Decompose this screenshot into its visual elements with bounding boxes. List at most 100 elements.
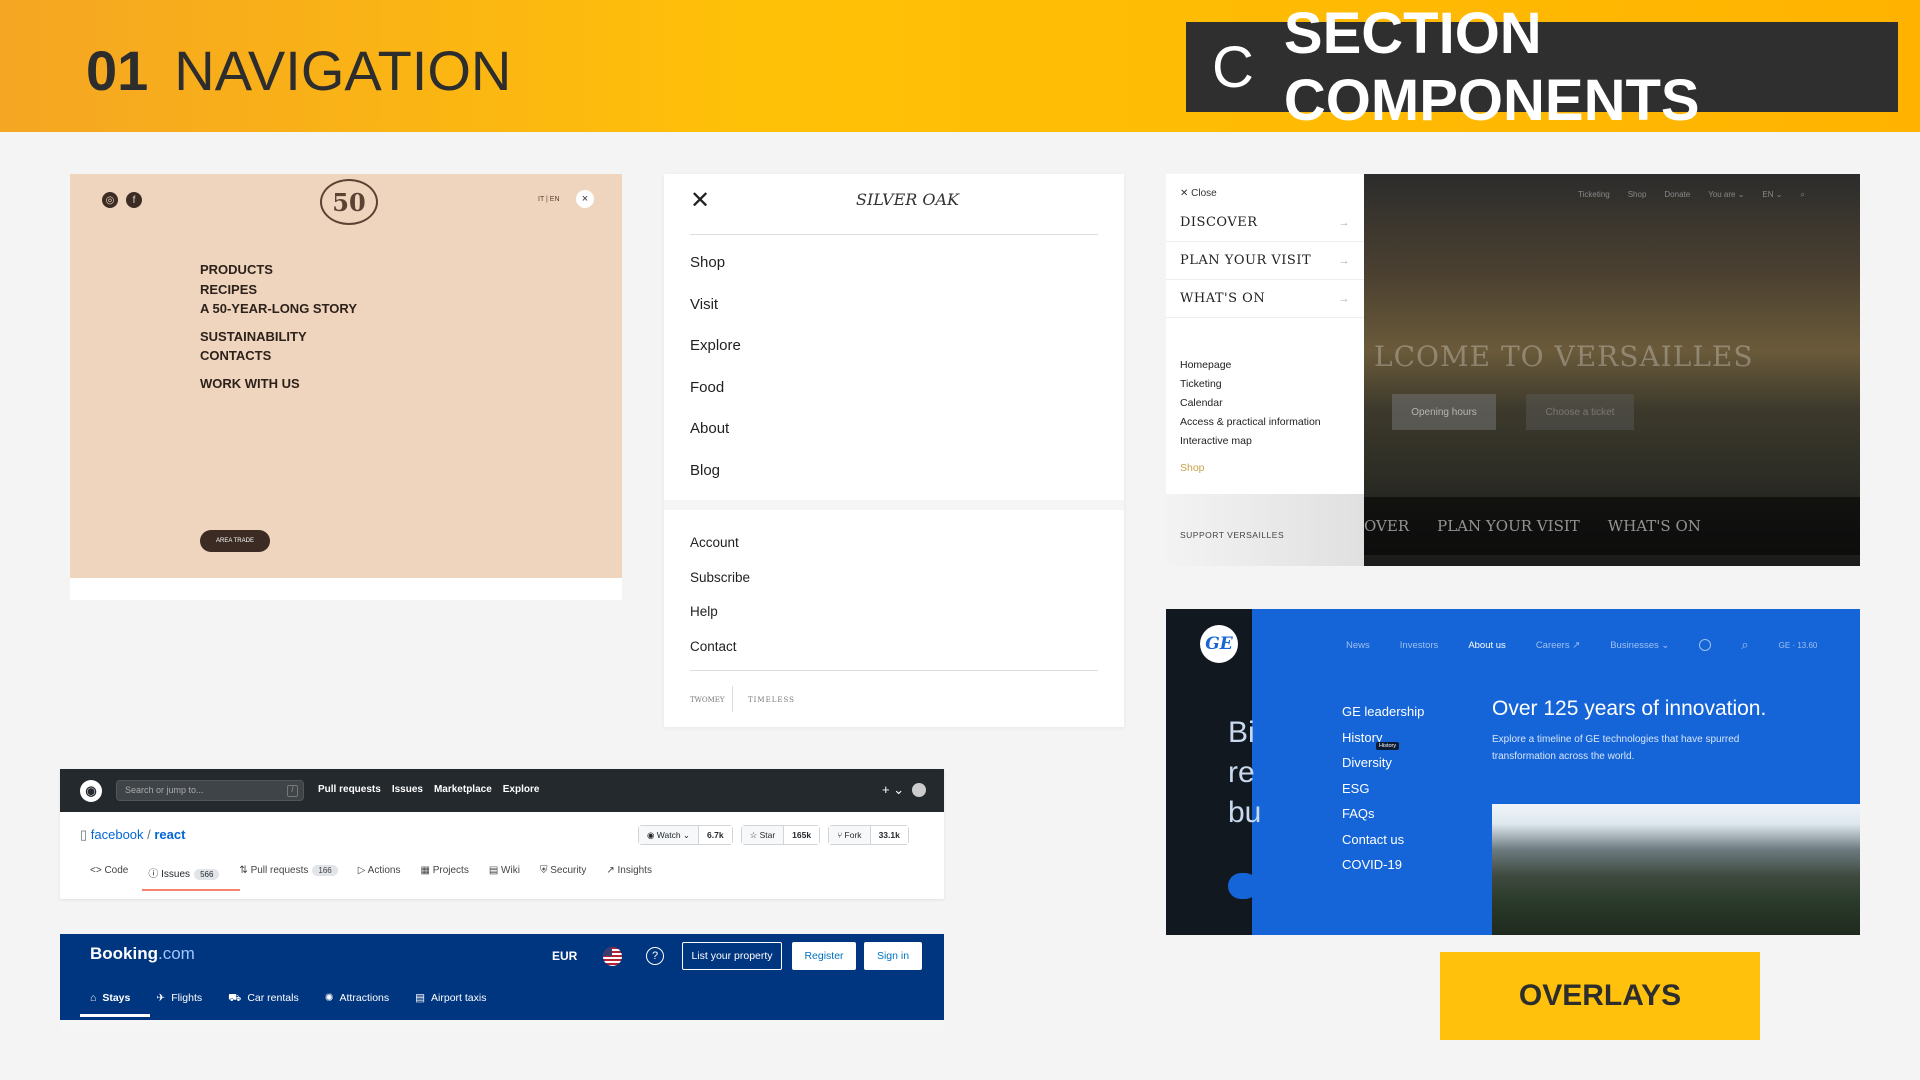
menu-item-discover[interactable]: DISCOVER →: [1166, 204, 1364, 242]
tab-code[interactable]: <> Code: [90, 865, 128, 880]
register-button[interactable]: Register: [792, 942, 856, 970]
plus-icon[interactable]: + ⌄: [882, 782, 904, 798]
menu-item-account[interactable]: Account: [690, 535, 750, 570]
link-map[interactable]: Interactive map: [1180, 432, 1321, 451]
list-property-button[interactable]: List your property: [682, 942, 782, 970]
nav-about-us[interactable]: About us: [1468, 640, 1506, 651]
close-icon[interactable]: ×: [576, 190, 594, 208]
tab-stays[interactable]: ⌂ Stays: [90, 992, 130, 1006]
search-input[interactable]: Search or jump to... /: [116, 780, 304, 801]
tab-insights[interactable]: ↗ Insights: [606, 865, 652, 880]
nav-you-are[interactable]: You are ⌄: [1708, 190, 1744, 200]
tab-flights[interactable]: ✈ Flights: [156, 992, 202, 1006]
tab-issues[interactable]: ⓘ Issues 566: [148, 865, 220, 880]
nav-language[interactable]: EN ⌄: [1762, 190, 1782, 200]
bar-item-plan[interactable]: PLAN YOUR VISIT: [1437, 517, 1580, 535]
nav-careers[interactable]: Careers ↗: [1536, 640, 1580, 651]
help-icon[interactable]: ?: [646, 947, 664, 965]
instagram-icon[interactable]: ◎: [102, 192, 118, 208]
menu-item-whats-on[interactable]: WHAT'S ON →: [1166, 280, 1364, 318]
globe-icon[interactable]: [1699, 639, 1712, 651]
nav-pull-requests[interactable]: Pull requests: [318, 784, 381, 795]
menu-item-about[interactable]: About: [690, 420, 741, 462]
menu-item-recipes[interactable]: RECIPES: [200, 280, 357, 300]
menu-item-subscribe[interactable]: Subscribe: [690, 570, 750, 605]
link-calendar[interactable]: Calendar: [1180, 394, 1321, 413]
menu-item-explore[interactable]: Explore: [690, 337, 741, 379]
nav-news[interactable]: News: [1346, 640, 1370, 651]
menu-item-sustainability[interactable]: SUSTAINABILITY: [200, 327, 357, 347]
tab-wiki[interactable]: ▤ Wiki: [489, 865, 520, 880]
close-icon[interactable]: ✕: [690, 186, 710, 215]
booking-logo[interactable]: Booking.com: [90, 944, 195, 964]
link-ticketing[interactable]: Ticketing: [1180, 375, 1321, 394]
us-flag-icon[interactable]: [603, 947, 622, 966]
nav-investors[interactable]: Investors: [1400, 640, 1439, 651]
currency-selector[interactable]: EUR: [552, 949, 577, 963]
menu-item-contact[interactable]: Contact: [690, 639, 750, 674]
tab-actions[interactable]: ▷ Actions: [358, 865, 401, 880]
social-icons: ◎ f: [102, 192, 142, 208]
language-switcher[interactable]: IT | EN: [538, 196, 560, 203]
menu-item-food[interactable]: Food: [690, 379, 741, 421]
bar-item-discover[interactable]: OVER: [1364, 517, 1409, 535]
tab-attractions[interactable]: ✺ Attractions: [325, 992, 389, 1006]
nav-explore[interactable]: Explore: [503, 784, 540, 795]
menu-item-blog[interactable]: Blog: [690, 462, 741, 504]
link-leadership[interactable]: GE leadership: [1342, 699, 1424, 725]
nav-shop[interactable]: Shop: [1628, 190, 1647, 200]
footer-brand-timeless[interactable]: TIMELESS: [748, 696, 795, 704]
nav-ticketing[interactable]: Ticketing: [1578, 190, 1610, 200]
nav-issues[interactable]: Issues: [392, 784, 423, 795]
support-section[interactable]: SUPPORT VERSAILLES: [1166, 494, 1364, 566]
menu-item-visit[interactable]: Visit: [690, 296, 741, 338]
menu-item-contacts[interactable]: CONTACTS: [200, 346, 357, 366]
link-covid[interactable]: COVID-19: [1342, 852, 1424, 878]
link-diversity[interactable]: Diversity: [1342, 750, 1424, 776]
nav-marketplace[interactable]: Marketplace: [434, 784, 492, 795]
repo-name[interactable]: react: [154, 827, 185, 842]
opening-hours-button[interactable]: Opening hours: [1392, 394, 1496, 430]
nav-donate[interactable]: Donate: [1664, 190, 1690, 200]
tab-car-rentals[interactable]: ⛟ Car rentals: [228, 992, 299, 1006]
footer-brand-twomey[interactable]: TWOMEY: [690, 696, 725, 704]
bar-item-whats-on[interactable]: WHAT'S ON: [1608, 517, 1701, 535]
link-access[interactable]: Access & practical information: [1180, 413, 1321, 432]
star-button[interactable]: ☆ Star 165k: [740, 825, 821, 845]
search-icon[interactable]: ⌕: [1800, 190, 1804, 200]
menu-item-story[interactable]: A 50-YEAR-LONG STORY: [200, 299, 357, 319]
menu-item-work[interactable]: WORK WITH US: [200, 374, 357, 394]
tab-security[interactable]: ⛨ Security: [540, 865, 586, 880]
menu-item-plan-visit[interactable]: PLAN YOUR VISIT →: [1166, 242, 1364, 280]
repo-actions: ◉ Watch ⌄ 6.7k ☆ Star 165k ⑂ Fork 33.1k: [638, 825, 909, 845]
tab-label: Flights: [171, 992, 203, 1004]
sign-in-button[interactable]: Sign in: [864, 942, 922, 970]
menu-item-help[interactable]: Help: [690, 604, 750, 639]
divider: [690, 234, 1098, 235]
menu-item-products[interactable]: PRODUCTS: [200, 260, 357, 280]
facebook-icon[interactable]: f: [126, 192, 142, 208]
tab-projects[interactable]: ▦ Projects: [420, 865, 468, 880]
menu-item-shop[interactable]: Shop: [690, 254, 741, 296]
link-contact[interactable]: Contact us: [1342, 827, 1424, 853]
ge-logo[interactable]: GE: [1200, 625, 1238, 663]
link-faqs[interactable]: FAQs: [1342, 801, 1424, 827]
brand-logo[interactable]: SILVER OAK: [856, 190, 959, 209]
close-button[interactable]: ✕ Close: [1180, 188, 1217, 199]
area-trade-button[interactable]: AREA TRADE: [200, 530, 270, 552]
choose-ticket-button[interactable]: Choose a ticket: [1526, 394, 1634, 430]
repo-owner[interactable]: facebook: [91, 827, 144, 842]
link-homepage[interactable]: Homepage: [1180, 356, 1321, 375]
brand-logo[interactable]: 50: [320, 179, 378, 225]
avatar[interactable]: [912, 783, 926, 797]
watch-button[interactable]: ◉ Watch ⌄ 6.7k: [638, 825, 733, 845]
nav-businesses[interactable]: Businesses ⌄: [1610, 640, 1669, 651]
shop-link[interactable]: Shop: [1180, 462, 1205, 474]
overlays-label: OVERLAYS: [1440, 952, 1760, 1040]
fork-button[interactable]: ⑂ Fork 33.1k: [828, 825, 909, 845]
tab-airport-taxis[interactable]: ▤ Airport taxis: [415, 992, 486, 1006]
link-esg[interactable]: ESG: [1342, 776, 1424, 802]
github-logo-icon[interactable]: ◉: [80, 780, 102, 802]
search-icon[interactable]: ⌕: [1741, 637, 1748, 653]
tab-pull-requests[interactable]: ⇅ Pull requests 166: [239, 865, 338, 880]
